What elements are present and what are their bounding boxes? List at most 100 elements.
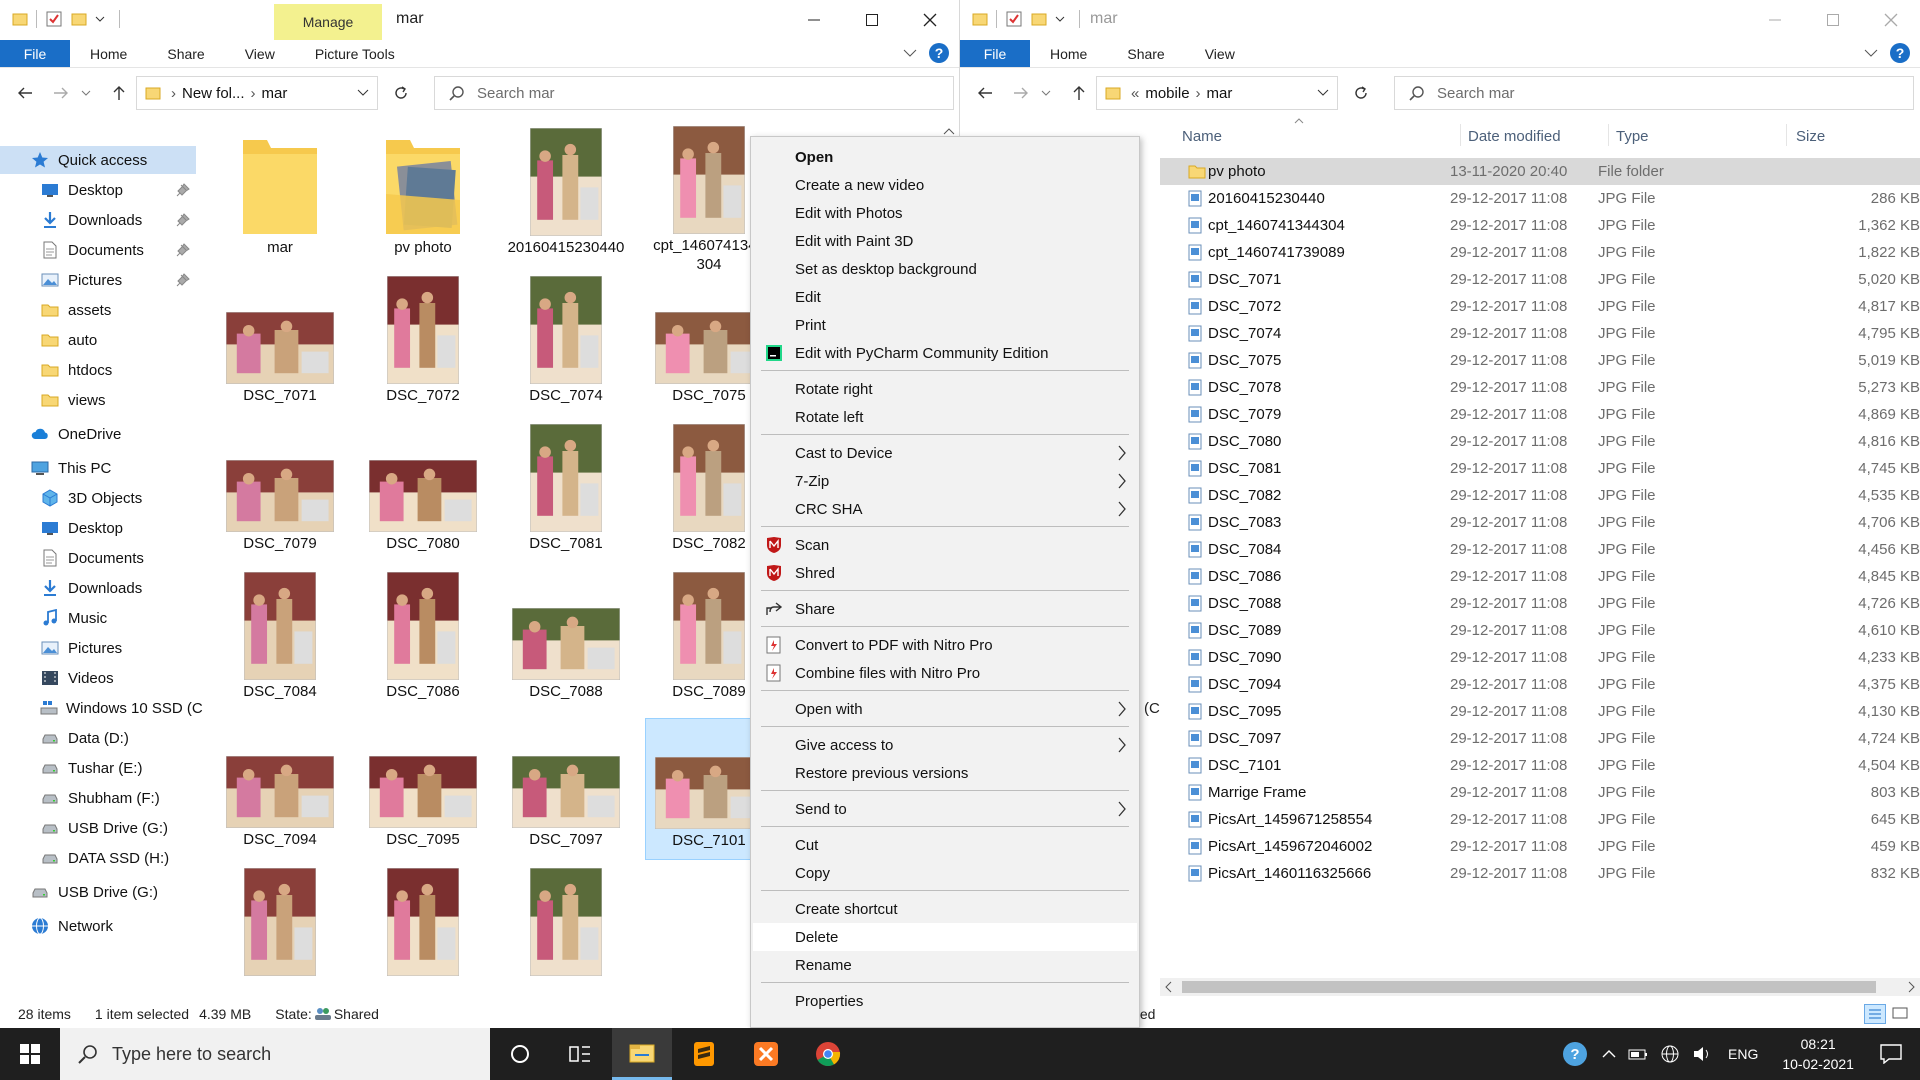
chevron-down-icon[interactable] [903, 48, 917, 58]
file-row[interactable]: cpt_1460741344304 29-12-2017 11:08 JPG Fil… [1160, 212, 1920, 239]
nav-item-htdocs[interactable]: htdocs [0, 356, 196, 384]
menu-item-share[interactable]: Share [753, 595, 1137, 623]
task-view-icon[interactable] [550, 1028, 610, 1080]
folder-icon[interactable] [12, 11, 28, 27]
breadcrumb-mobile[interactable]: mobile [1145, 85, 1189, 102]
file-row[interactable]: DSC_7089 29-12-2017 11:08 JPG File 4,610 KB [1160, 617, 1920, 644]
nav-item-this-pc[interactable]: This PC [0, 454, 196, 482]
xampp-icon[interactable] [736, 1028, 796, 1080]
menu-item-7-zip[interactable]: 7-Zip [753, 467, 1137, 495]
tab-home[interactable]: Home [1030, 40, 1107, 67]
recent-locations-button[interactable] [1038, 80, 1054, 106]
volume-icon[interactable] [1692, 1046, 1712, 1062]
menu-item-create-shortcut[interactable]: Create shortcut [753, 895, 1137, 923]
search-box[interactable]: Search mar [1394, 76, 1914, 110]
back-button[interactable] [12, 80, 38, 106]
file-row[interactable]: DSC_7075 29-12-2017 11:08 JPG File 5,019 KB [1160, 347, 1920, 374]
tab-share[interactable]: Share [1107, 40, 1184, 67]
nav-item-desktop[interactable]: Desktop [0, 176, 196, 204]
scroll-left-arrow[interactable] [1164, 981, 1172, 993]
photo-tile[interactable]: DSC_7079 [216, 422, 344, 564]
nav-item-network[interactable]: Network [0, 912, 196, 940]
tab-share[interactable]: Share [147, 40, 224, 67]
photo-tile[interactable] [502, 866, 630, 1008]
column-header-date[interactable]: Date modified [1468, 118, 1561, 154]
chevron-down-icon[interactable] [95, 14, 105, 24]
photo-tile[interactable]: DSC_7081 [502, 422, 630, 564]
tab-home[interactable]: Home [70, 40, 147, 67]
help-tray-icon[interactable]: ? [1562, 1041, 1588, 1067]
file-row[interactable]: DSC_7072 29-12-2017 11:08 JPG File 4,817 KB [1160, 293, 1920, 320]
address-bar[interactable]: « mobile › mar [1096, 76, 1338, 110]
new-folder-icon[interactable] [1031, 11, 1047, 27]
photo-tile[interactable]: DSC_7094 [216, 718, 344, 860]
chrome-icon[interactable] [798, 1028, 858, 1080]
chevron-up-icon[interactable] [1602, 1049, 1616, 1059]
menu-item-delete[interactable]: Delete [753, 923, 1137, 951]
photo-tile[interactable]: DSC_7088 [502, 570, 630, 712]
nav-item-pictures[interactable]: Pictures [0, 266, 196, 294]
file-row[interactable]: DSC_7095 29-12-2017 11:08 JPG File 4,130 KB [1160, 698, 1920, 725]
file-row[interactable]: PicsArt_1460116325666 29-12-2017 11:08 JPG… [1160, 860, 1920, 887]
tab-picture-tools[interactable]: Picture Tools [295, 40, 415, 67]
menu-item-crc-sha[interactable]: CRC SHA [753, 495, 1137, 523]
photo-tile[interactable]: DSC_7097 [502, 718, 630, 860]
menu-item-properties[interactable]: Properties [753, 987, 1137, 1015]
file-row[interactable]: DSC_7074 29-12-2017 11:08 JPG File 4,795 KB [1160, 320, 1920, 347]
nav-item-onedrive[interactable]: OneDrive [0, 420, 196, 448]
nav-item-shubham-f[interactable]: Shubham (F:) [0, 784, 196, 812]
chevron-down-icon[interactable] [1055, 14, 1065, 24]
breadcrumb-new-folder[interactable]: New fol... [182, 85, 245, 102]
manage-context-tab[interactable]: Manage [274, 4, 382, 40]
help-icon[interactable]: ? [929, 43, 949, 63]
nav-item-data-d[interactable]: Data (D:) [0, 724, 196, 752]
nav-item-views[interactable]: views [0, 386, 196, 414]
column-header-name[interactable]: Name [1182, 118, 1222, 154]
column-header-size[interactable]: Size [1796, 118, 1825, 154]
tab-file[interactable]: File [0, 40, 70, 67]
menu-item-send-to[interactable]: Send to [753, 795, 1137, 823]
folder-tile[interactable]: mar [216, 126, 344, 268]
menu-item-edit-with-paint-3d[interactable]: Edit with Paint 3D [753, 227, 1137, 255]
up-button[interactable] [106, 80, 132, 106]
file-explorer-taskbar-icon[interactable] [612, 1028, 672, 1080]
nav-item-3d-objects[interactable]: 3D Objects [0, 484, 196, 512]
file-row[interactable]: DSC_7094 29-12-2017 11:08 JPG File 4,375 KB [1160, 671, 1920, 698]
title-bar[interactable]: Manage mar [0, 0, 959, 40]
nav-item-desktop[interactable]: Desktop [0, 514, 196, 542]
menu-item-shred[interactable]: Shred [753, 559, 1137, 587]
network-icon[interactable] [1660, 1044, 1680, 1064]
menu-item-combine-files-with-nitro-pro[interactable]: Combine files with Nitro Pro [753, 659, 1137, 687]
nav-item-quick-access[interactable]: Quick access [0, 146, 196, 174]
horizontal-scrollbar[interactable] [1160, 978, 1920, 996]
clock[interactable]: 08:21 10-02-2021 [1782, 1034, 1854, 1074]
file-row[interactable]: DSC_7086 29-12-2017 11:08 JPG File 4,845 KB [1160, 563, 1920, 590]
menu-item-convert-to-pdf-with-nitro-pro[interactable]: Convert to PDF with Nitro Pro [753, 631, 1137, 659]
close-button[interactable] [1862, 0, 1920, 40]
file-row[interactable]: DSC_7083 29-12-2017 11:08 JPG File 4,706 KB [1160, 509, 1920, 536]
battery-icon[interactable] [1628, 1047, 1648, 1061]
breadcrumb-mar[interactable]: mar [262, 85, 288, 102]
back-button[interactable] [972, 80, 998, 106]
nav-item-usb-drive-g[interactable]: USB Drive (G:) [0, 814, 196, 842]
sublime-text-icon[interactable] [674, 1028, 734, 1080]
photo-tile[interactable]: DSC_7080 [359, 422, 487, 564]
photo-tile[interactable]: DSC_7084 [216, 570, 344, 712]
nav-item-windows-10-ssd-c[interactable]: Windows 10 SSD (C [0, 694, 203, 722]
menu-item-scan[interactable]: Scan [753, 531, 1137, 559]
menu-item-copy[interactable]: Copy [753, 859, 1137, 887]
photo-tile[interactable] [216, 866, 344, 1008]
file-row[interactable]: cpt_1460741739089 29-12-2017 11:08 JPG Fil… [1160, 239, 1920, 266]
file-row[interactable]: DSC_7101 29-12-2017 11:08 JPG File 4,504 KB [1160, 752, 1920, 779]
menu-item-create-a-new-video[interactable]: Create a new video [753, 171, 1137, 199]
nav-item-music[interactable]: Music [0, 604, 196, 632]
nav-item-data-ssd-h[interactable]: DATA SSD (H:) [0, 844, 196, 872]
minimize-button[interactable] [785, 0, 843, 40]
scrollbar-thumb[interactable] [1182, 981, 1876, 993]
properties-icon[interactable] [1005, 10, 1023, 28]
photo-tile[interactable] [359, 866, 487, 1008]
recent-locations-button[interactable] [78, 80, 94, 106]
search-box[interactable]: Search mar [434, 76, 954, 110]
details-view-toggle[interactable] [1864, 1004, 1886, 1024]
menu-item-cut[interactable]: Cut [753, 831, 1137, 859]
